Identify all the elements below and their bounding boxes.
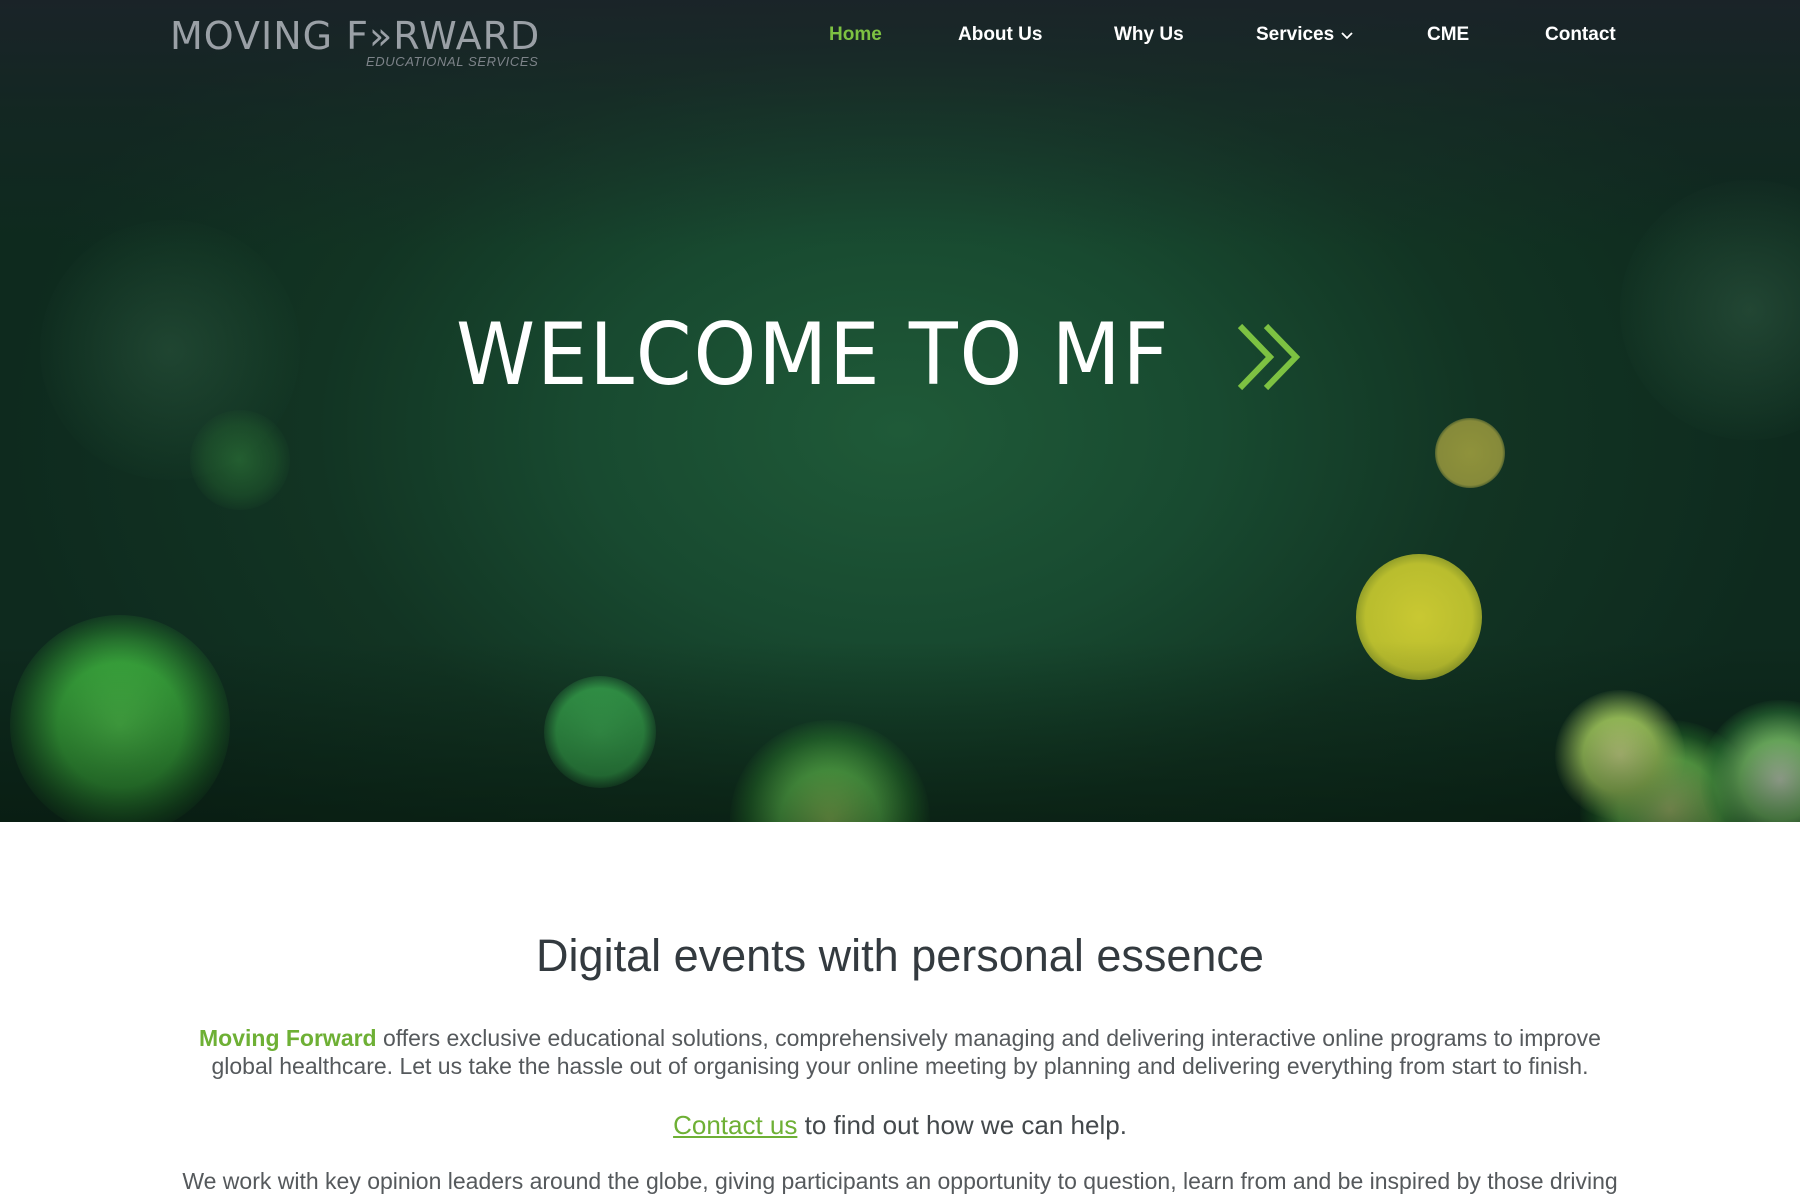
brand-name: Moving Forward xyxy=(199,1025,377,1051)
cta-line: Contact us to find out how we can help. xyxy=(0,1108,1800,1142)
logo-subtitle: EDUCATIONAL SERVICES xyxy=(366,54,539,69)
logo-text-left: MOVING F xyxy=(170,14,370,58)
nav-item-cme[interactable]: CME xyxy=(1427,22,1469,48)
chevron-down-icon xyxy=(1341,32,1353,40)
contact-us-link[interactable]: Contact us xyxy=(673,1110,797,1140)
nav-item-contact[interactable]: Contact xyxy=(1545,22,1616,48)
intro-paragraph: Moving Forward offers exclusive educatio… xyxy=(170,1024,1630,1080)
intro-text: offers exclusive educational solutions, … xyxy=(211,1025,1601,1079)
section-heading: Digital events with personal essence xyxy=(536,930,1264,981)
logo-wordmark: MOVING F»RWARD xyxy=(170,16,540,56)
hero-title: WELCOME TO MF xyxy=(456,300,1356,410)
nav-item-about-us[interactable]: About Us xyxy=(958,22,1042,48)
hero-banner: MOVING F»RWARD EDUCATIONAL SERVICES Home… xyxy=(0,0,1800,822)
logo-chevron: » xyxy=(369,14,394,58)
nav-item-services-label: Services xyxy=(1256,24,1335,45)
hero-title-text: WELCOME TO MF xyxy=(456,305,1171,405)
nav-item-why-us[interactable]: Why Us xyxy=(1114,22,1184,48)
site-logo[interactable]: MOVING F»RWARD EDUCATIONAL SERVICES xyxy=(170,16,539,72)
nav-item-home[interactable]: Home xyxy=(829,22,882,48)
cta-text: to find out how we can help. xyxy=(797,1110,1127,1140)
double-chevron-right-icon xyxy=(1237,323,1301,391)
hero-overlay xyxy=(0,0,1800,822)
secondary-paragraph: We work with key opinion leaders around … xyxy=(182,1168,1618,1194)
nav-item-services[interactable]: Services xyxy=(1256,22,1354,48)
logo-text-right: RWARD xyxy=(393,14,541,58)
